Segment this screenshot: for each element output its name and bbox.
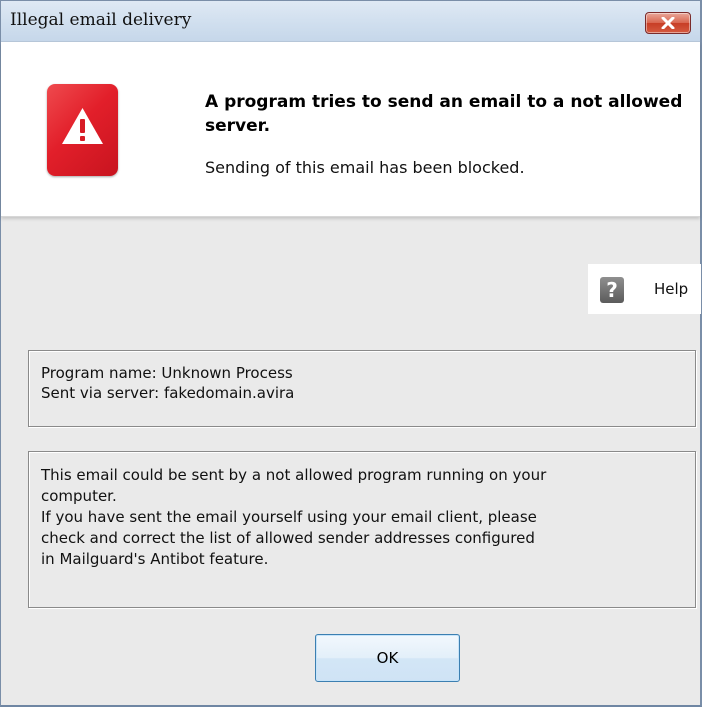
explanation-line: check and correct the list of allowed se… [41,529,535,547]
explanation-line: If you have sent the email yourself usin… [41,508,537,526]
help-link[interactable]: ? Help [588,264,701,314]
title-bar[interactable]: Illegal email delivery [1,1,700,42]
explanation-line: in Mailguard's Antibot feature. [41,550,269,568]
help-icon: ? [600,277,624,303]
help-label: Help [654,280,689,298]
sent-via-server: Sent via server: fakedomain.avira [41,384,295,402]
close-button[interactable] [645,12,691,34]
close-icon [661,17,675,29]
alert-header: A program tries to send an email to a no… [1,42,700,217]
dialog-window: Illegal email delivery A program tries t… [0,0,702,707]
explanation-box: This email could be sent by a not allowe… [28,451,696,608]
program-name: Program name: Unknown Process [41,364,293,382]
warning-icon [47,84,118,176]
alert-headline: A program tries to send an email to a no… [205,92,683,136]
program-details-box: Program name: Unknown Process Sent via s… [28,350,696,427]
window-title: Illegal email delivery [10,10,192,30]
explanation-line: This email could be sent by a not allowe… [41,466,547,484]
alert-subline: Sending of this email has been blocked. [205,158,525,177]
explanation-line: computer. [41,487,117,505]
ok-button[interactable]: OK [315,634,460,682]
